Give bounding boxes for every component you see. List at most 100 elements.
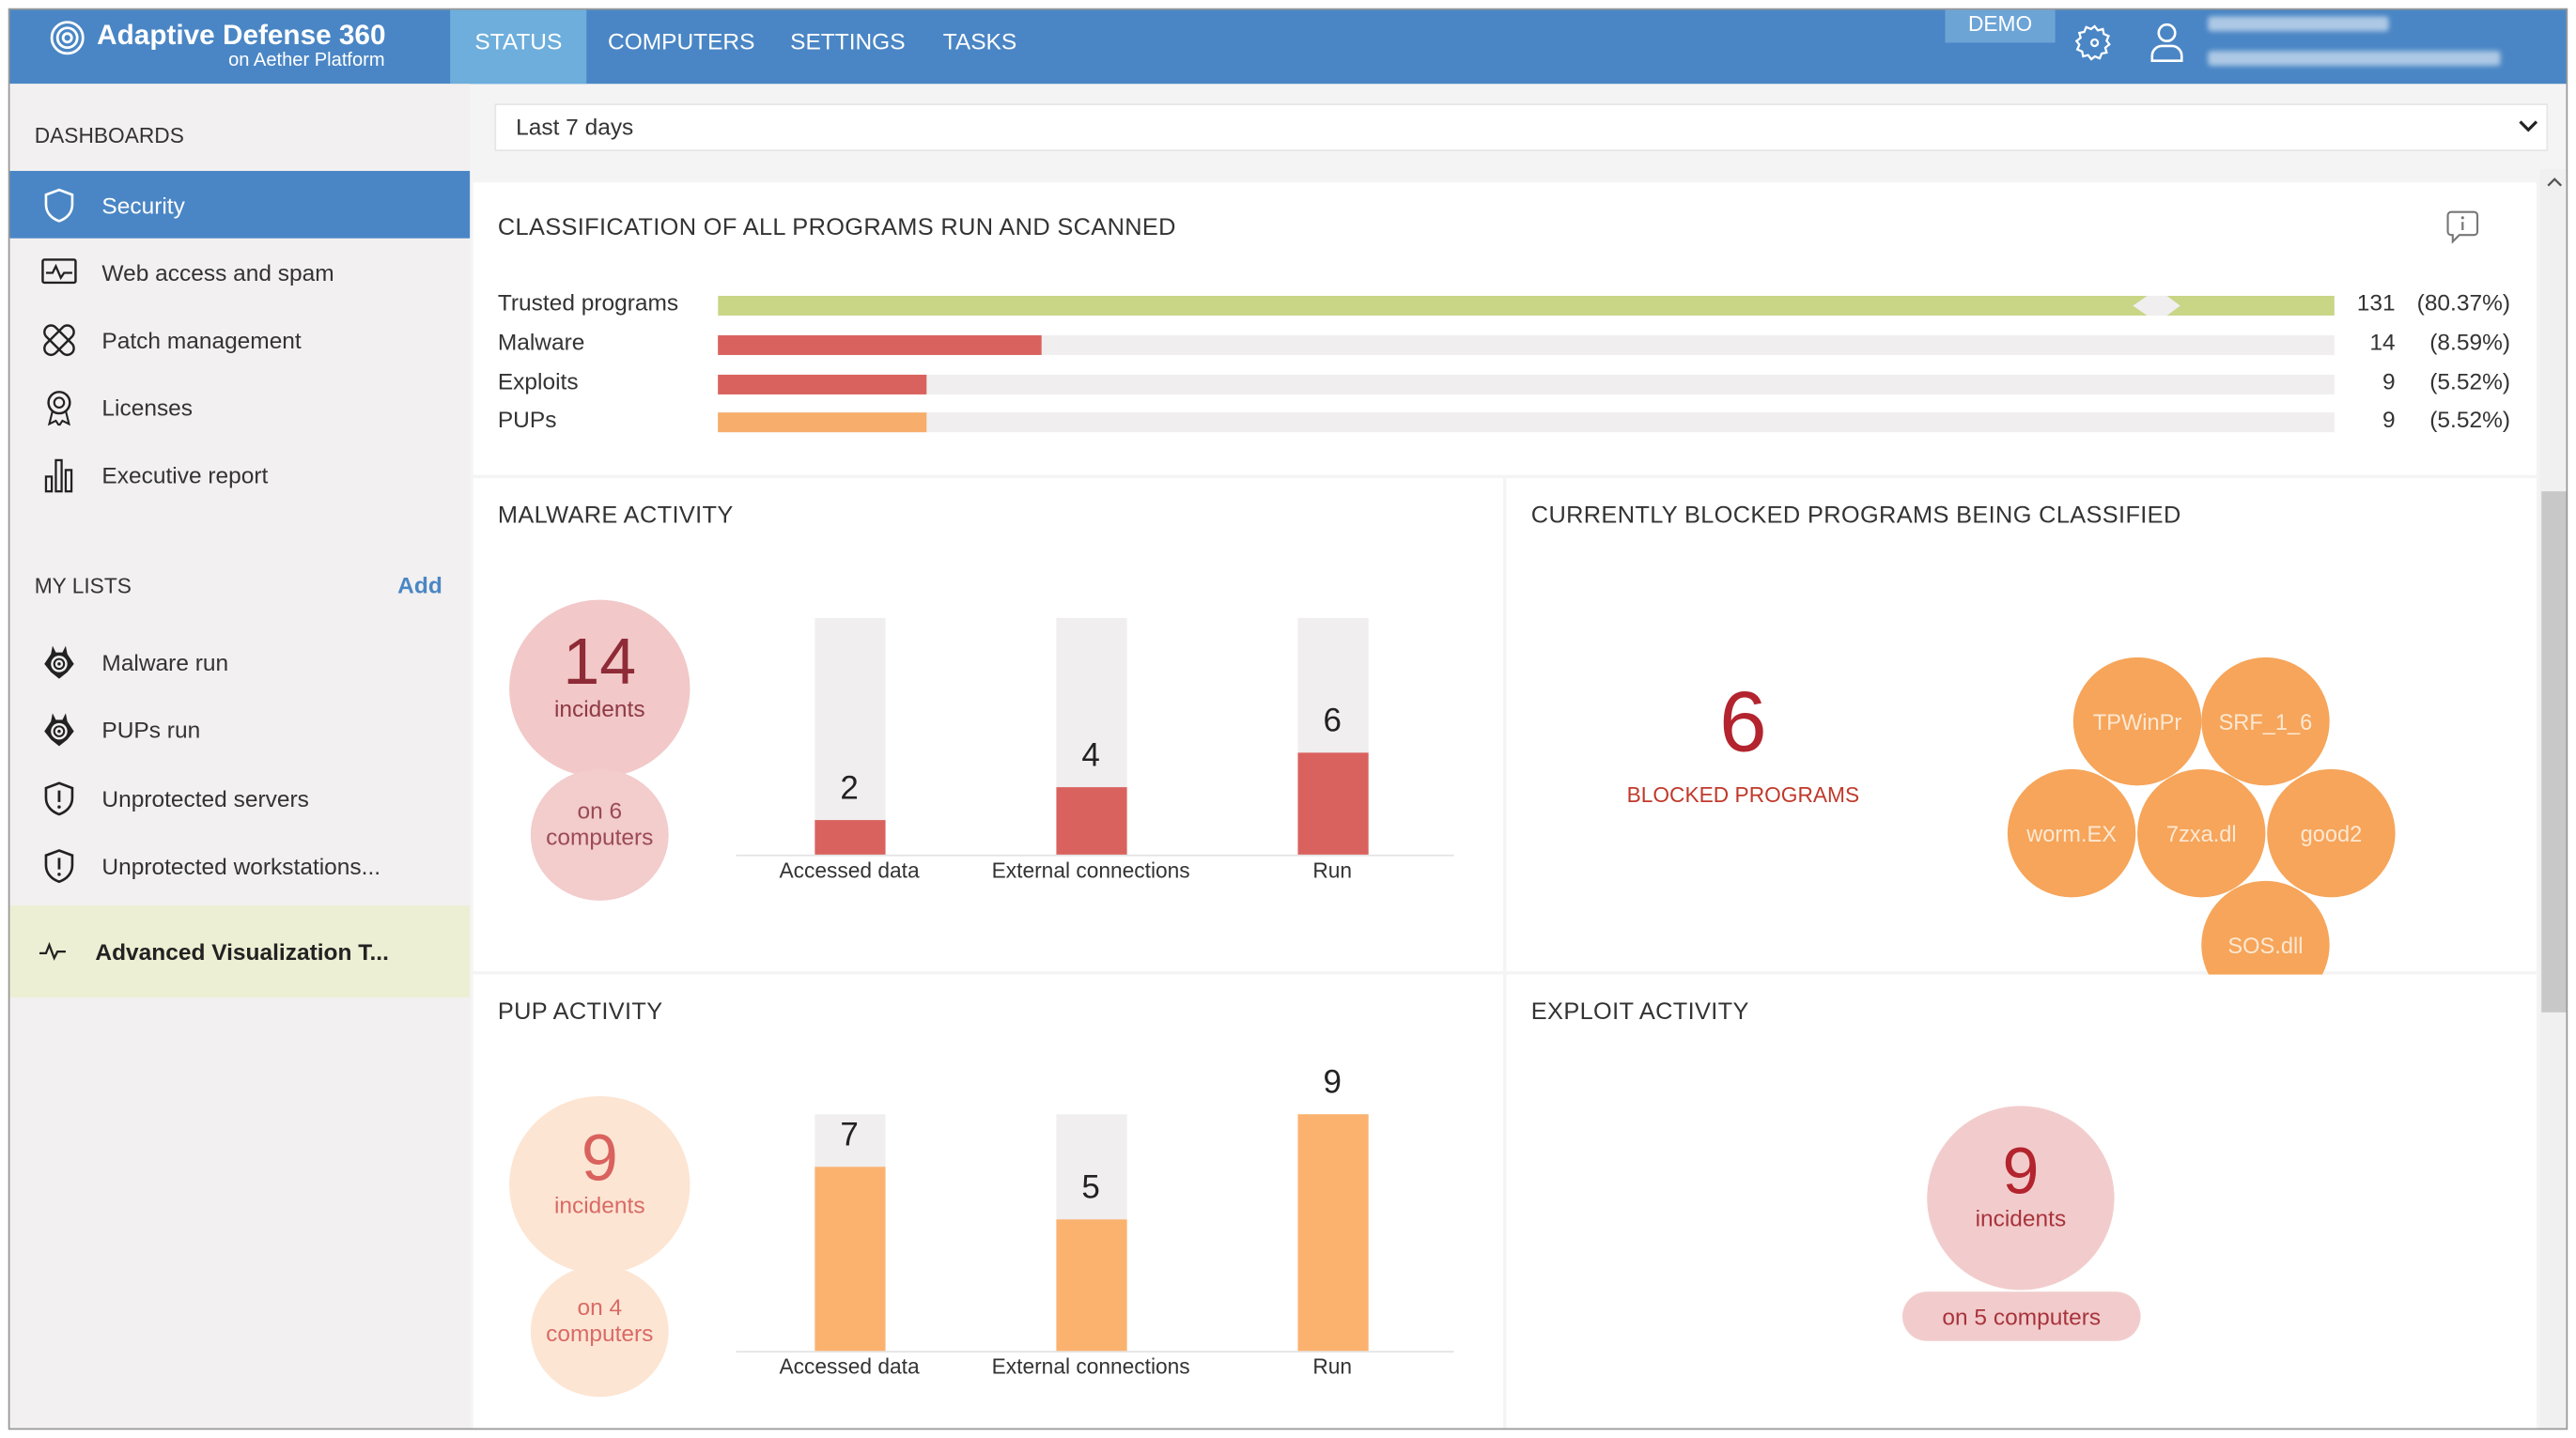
computers-pill: on 5 computers	[1901, 1291, 2141, 1341]
award-icon	[41, 389, 77, 425]
blocked-program-bubble[interactable]: good2	[2267, 768, 2396, 898]
tab-tasks[interactable]: TASKS	[919, 9, 1042, 84]
scrollbar-thumb[interactable]	[2541, 491, 2567, 1013]
info-icon[interactable]	[2444, 209, 2480, 244]
bar-value: 9	[1323, 1064, 1342, 1102]
patch-icon	[41, 321, 77, 357]
list-item-unprotected-workstations[interactable]: Unprotected workstations...	[9, 831, 470, 899]
bar-fill	[2166, 295, 2335, 316]
tab-settings[interactable]: SETTINGS	[766, 9, 930, 84]
sidebar: DASHBOARDS Security Web access and spam …	[9, 84, 471, 1429]
sidebar-item-label: Licenses	[101, 394, 194, 421]
shield-icon	[41, 187, 77, 223]
panel-title: CLASSIFICATION OF ALL PROGRAMS RUN AND S…	[497, 215, 1176, 242]
bar-label: Accessed data	[779, 858, 920, 883]
bar-fill	[1296, 1114, 1368, 1352]
row-label: Malware	[497, 328, 585, 355]
list-item-unprotected-servers[interactable]: Unprotected servers	[9, 765, 470, 832]
row-count: 9	[2382, 406, 2396, 433]
scrollbar[interactable]	[2539, 169, 2567, 1429]
panel-title: CURRENTLY BLOCKED PROGRAMS BEING CLASSIF…	[1530, 503, 2181, 530]
sidebar-item-patch-management[interactable]: Patch management	[9, 305, 470, 373]
list-item-malware-run[interactable]: Malware run	[9, 627, 470, 695]
demo-badge: DEMO	[1945, 9, 2056, 43]
list-item-label: Malware run	[101, 648, 229, 675]
incidents-circle: 9 incidents	[505, 1092, 693, 1277]
computers-circle: on 6 computers	[530, 768, 669, 901]
sidebar-item-label: Security	[101, 191, 185, 218]
tab-status[interactable]: STATUS	[450, 9, 587, 85]
user-icon[interactable]	[2149, 22, 2184, 64]
list-item-label: Unprotected workstations...	[101, 852, 381, 879]
bar-label: External connections	[991, 1353, 1190, 1379]
incidents-label: incidents	[553, 1191, 645, 1218]
bar-column	[1055, 617, 1126, 855]
bar-value: 5	[1081, 1169, 1100, 1207]
bar-label: Run	[1312, 858, 1353, 883]
bar-fill	[718, 412, 926, 433]
tab-computers[interactable]: COMPUTERS	[583, 9, 780, 84]
row-percent: (5.52%)	[2429, 367, 2511, 394]
incidents-circle: 14 incidents	[505, 596, 693, 781]
bar-track	[718, 295, 2335, 316]
row-count: 131	[2356, 288, 2396, 316]
shield-alert-icon	[41, 847, 77, 883]
computers-label: computers	[546, 823, 654, 850]
blocked-programs-panel: CURRENTLY BLOCKED PROGRAMS BEING CLASSIF…	[1506, 478, 2537, 1010]
bar-fill	[718, 295, 2148, 316]
panel-title: EXPLOIT ACTIVITY	[1530, 998, 1749, 1026]
sidebar-item-web-access[interactable]: Web access and spam	[9, 239, 470, 306]
incidents-label: incidents	[1975, 1204, 2067, 1231]
malware-icon	[41, 711, 77, 747]
list-item-pups-run[interactable]: PUPs run	[9, 695, 470, 763]
bar-label: Accessed data	[779, 1353, 920, 1379]
sidebar-item-security[interactable]: Security	[9, 170, 471, 239]
chart-baseline	[736, 854, 1454, 857]
blocked-program-bubble[interactable]: SRF_1_6	[2201, 657, 2330, 786]
gear-icon[interactable]	[2074, 23, 2115, 62]
bar-label: External connections	[991, 858, 1190, 883]
brand-title: Adaptive Defense 360	[97, 19, 386, 52]
blocked-program-bubble[interactable]: 7zxa.dl	[2137, 768, 2266, 898]
scroll-up-icon[interactable]	[2546, 176, 2563, 187]
app: Adaptive Defense 360 on Aether Platform …	[0, 0, 2576, 1438]
chart-baseline	[736, 1351, 1454, 1353]
panel-title: MALWARE ACTIVITY	[497, 503, 734, 530]
sidebar-item-executive-report[interactable]: Executive report	[9, 441, 470, 508]
malware-icon	[41, 643, 77, 679]
username-blurred	[2208, 16, 2389, 32]
bar-track	[718, 374, 2335, 394]
period-select[interactable]: Last 7 days	[494, 103, 2549, 151]
incidents-count: 14	[563, 626, 637, 699]
sidebar-item-label: Web access and spam	[101, 258, 334, 286]
computers-label: computers	[546, 1320, 654, 1347]
row-count: 9	[2382, 367, 2396, 394]
pulse-icon	[35, 934, 70, 969]
my-lists-heading: MY LISTS	[34, 573, 132, 598]
blocked-program-bubble[interactable]: worm.EX	[2007, 768, 2136, 898]
incidents-circle: 9 incidents	[1927, 1106, 2115, 1291]
blocked-program-bubble[interactable]: TPWinPr	[2072, 657, 2202, 786]
row-percent: (5.52%)	[2429, 406, 2511, 433]
incidents-count: 9	[2002, 1136, 2040, 1209]
bar-chart-icon	[41, 456, 77, 492]
account-blurred	[2208, 51, 2501, 66]
bar-fill	[1055, 1219, 1126, 1352]
brand-subtitle: on Aether Platform	[228, 51, 385, 71]
bar-column	[1296, 1114, 1368, 1352]
bar-fill	[814, 820, 885, 855]
row-percent: (8.59%)	[2429, 328, 2511, 355]
malware-activity-panel: MALWARE ACTIVITY 14 incidents on 6 compu…	[473, 478, 1504, 972]
row-label: Exploits	[497, 367, 579, 394]
blocked-count: 6	[1719, 675, 1767, 771]
window: Adaptive Defense 360 on Aether Platform …	[8, 8, 2568, 1430]
bar-fill	[718, 374, 926, 394]
logo-icon	[50, 21, 85, 55]
shield-alert-icon	[41, 780, 77, 815]
list-item-advanced-visualization[interactable]: Advanced Visualization T...	[9, 905, 471, 998]
bar-track	[718, 412, 2335, 433]
classification-row: PUPs 9 (5.52%)	[498, 406, 2510, 439]
add-list-button[interactable]: Add	[397, 572, 442, 598]
sidebar-item-licenses[interactable]: Licenses	[9, 373, 470, 441]
row-label: PUPs	[497, 406, 557, 433]
